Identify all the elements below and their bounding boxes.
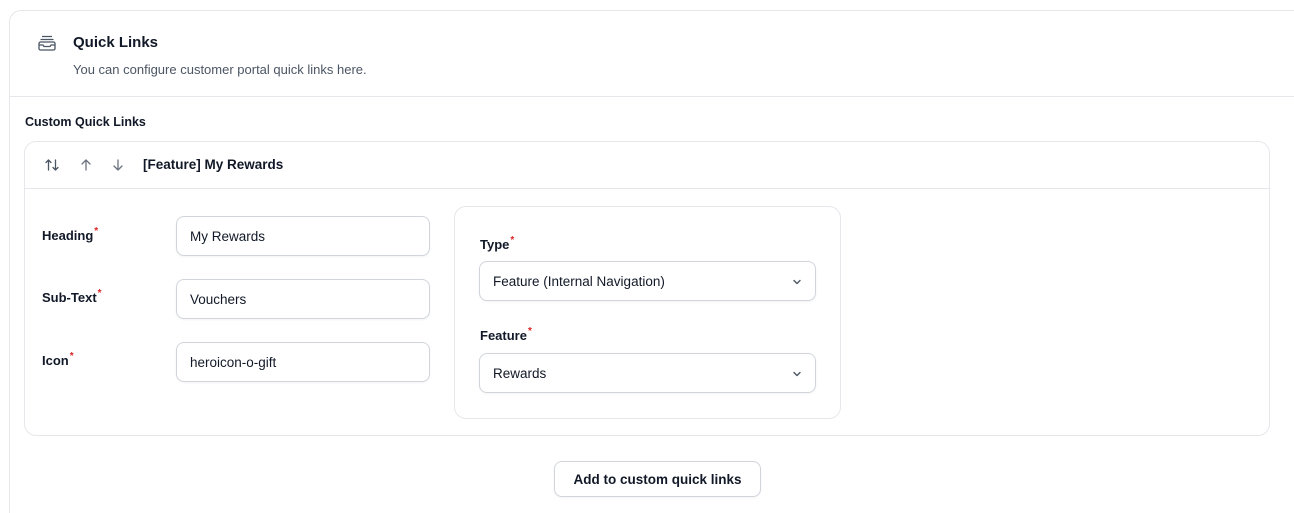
type-select-value: Feature (Internal Navigation) (493, 274, 665, 289)
section-label: Custom Quick Links (25, 115, 146, 129)
type-label: Type* (480, 235, 515, 252)
page-description: You can configure customer portal quick … (73, 62, 367, 77)
card-header: Quick Links You can configure customer p… (10, 11, 1294, 97)
reorder-icon[interactable] (43, 156, 61, 174)
subtext-label: Sub-Text* (42, 288, 102, 305)
feature-label: Feature* (480, 326, 532, 343)
link-target-panel: Type* Feature (Internal Navigation) Feat… (454, 206, 841, 419)
add-quick-link-button[interactable]: Add to custom quick links (554, 461, 761, 497)
subtext-input[interactable] (176, 279, 430, 319)
feature-select-value: Rewards (493, 366, 547, 381)
chevron-down-icon (793, 279, 801, 285)
icon-input[interactable] (176, 342, 430, 382)
heading-label: Heading* (42, 226, 99, 243)
inbox-stack-icon (38, 35, 56, 51)
chevron-down-icon (793, 371, 801, 377)
type-select[interactable]: Feature (Internal Navigation) (479, 261, 816, 301)
feature-select[interactable]: Rewards (479, 353, 816, 393)
move-down-icon[interactable] (109, 156, 127, 174)
page-title: Quick Links (73, 34, 159, 51)
icon-label: Icon* (42, 351, 74, 368)
quick-link-item: [Feature] My Rewards Heading* Sub-Text* … (24, 141, 1270, 436)
heading-input[interactable] (176, 216, 430, 256)
item-header: [Feature] My Rewards (25, 142, 1269, 189)
item-title: [Feature] My Rewards (143, 157, 284, 172)
move-up-icon[interactable] (77, 156, 95, 174)
